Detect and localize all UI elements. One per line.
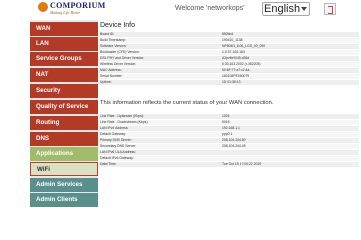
row-value: 1.0.37-163.163	[222, 50, 245, 54]
sidebar-item-lan[interactable]: LAN	[30, 37, 98, 51]
table-row: Default IPv6 Gateway:	[98, 156, 359, 161]
row-label: Uptime:	[100, 80, 112, 84]
row-value: ppp0.1	[222, 132, 233, 136]
row-label: Date/Time:	[100, 162, 117, 166]
chevron-down-icon	[301, 7, 307, 11]
logo-mark-icon	[38, 2, 48, 12]
row-label: DSL PHY and Driver Version:	[100, 56, 145, 60]
table-row: Board ID: 852bb4	[98, 32, 359, 37]
row-value: 852bb4	[222, 32, 234, 36]
sidebar-item-label: Routing	[36, 119, 60, 126]
table-row: Build Timestamp: 190410_1138	[98, 38, 359, 43]
sidebar-item-security[interactable]: Security	[30, 84, 98, 98]
sidebar-item-nat[interactable]: NAT	[30, 68, 98, 82]
sidebar-item-label: Admin Services	[36, 181, 83, 188]
row-label: Build Timestamp:	[100, 38, 127, 42]
row-label: MAC Address:	[100, 68, 122, 72]
language-select-value: English	[264, 3, 301, 15]
row-label: Default IPv6 Gateway:	[100, 156, 134, 160]
language-select[interactable]: English	[262, 2, 310, 16]
row-value: 192.168.1.1	[222, 126, 240, 130]
row-label: Line Rate - Upstream (Kbps):	[100, 114, 145, 118]
table-row: LAN IPv6 ULA Address:	[98, 150, 359, 155]
row-label: Wireless Driver Version:	[100, 62, 137, 66]
row-label: Secondary DNS Server:	[100, 144, 137, 148]
sidebar-item-quality-of-service[interactable]: Quality of Service	[30, 100, 98, 114]
table-row: Software Version: NP804N_6.06_LGS_00_090	[98, 44, 359, 49]
sidebar-item-label: LAN	[36, 40, 49, 47]
table-row: DSL PHY and Driver Version: A2pvfbH045.d2…	[98, 56, 359, 61]
sidebar-item-wan[interactable]: WAN	[30, 22, 98, 36]
row-label: Primary DNS Server:	[100, 138, 132, 142]
row-value: 1D 01:38:13	[222, 80, 241, 84]
sidebar-item-label: DNS	[36, 135, 50, 142]
sidebar: WAN LAN Service Groups NAT Security Qual…	[30, 20, 98, 207]
main-content: Device Info Board ID: 852bb4 Build Timest…	[98, 20, 361, 202]
table-row: Secondary DNS Server: 208.104.244.45	[98, 144, 359, 149]
table-row: Wireless Driver Version: 6.30.163.2002 (r…	[98, 62, 359, 67]
page-title: Device Info	[100, 22, 136, 29]
row-value: 50:6F:77:a7:c2:4a	[222, 68, 250, 72]
sidebar-item-label: NAT	[36, 71, 49, 78]
sidebar-item-admin-clients[interactable]: Admin Clients	[30, 193, 98, 207]
sidebar-item-applications[interactable]: Applications	[30, 147, 98, 161]
row-value: 6016	[222, 120, 230, 124]
table-row: Serial Number: 160108PE050079	[98, 74, 359, 79]
sidebar-item-label: Service Groups	[36, 55, 82, 62]
row-label: LAN IPv6 ULA Address:	[100, 150, 136, 154]
table-row: Default Gateway: ppp0.1	[98, 132, 359, 137]
row-value: 208.104.244.80	[222, 138, 246, 142]
table-row: Uptime: 1D 01:38:13	[98, 80, 359, 85]
row-label: Bootloader (CFE) Version:	[100, 50, 140, 54]
sidebar-item-label: Security	[36, 87, 61, 94]
sidebar-item-label: Applications	[36, 150, 74, 157]
sidebar-item-label: WiFi	[37, 166, 51, 173]
row-value: NP804N_6.06_LGS_00_090	[222, 44, 266, 48]
row-label: Software Version:	[100, 44, 127, 48]
row-label: Default Gateway:	[100, 132, 127, 136]
sidebar-item-service-groups[interactable]: Service Groups	[30, 52, 98, 66]
logo-text: COMPORIUM	[50, 1, 106, 10]
row-value: 160108PE050079	[222, 74, 250, 78]
row-value: Tue Oct 15 17:00:22 2019	[222, 162, 262, 166]
row-value: 6.30.163.2002 (r-382208)	[222, 62, 261, 66]
wan-status-info: This information reflects the current st…	[100, 100, 274, 106]
row-label: Serial Number:	[100, 74, 123, 78]
row-value: A2pvfbH045.d26d	[222, 56, 250, 60]
logo-tagline: Making Life Better	[50, 10, 81, 15]
row-value: 1024	[222, 114, 230, 118]
welcome-text: Welcome 'networkops'	[175, 5, 245, 12]
sidebar-item-label: Quality of Service	[36, 103, 89, 110]
sidebar-item-label: WAN	[36, 25, 51, 32]
sidebar-item-dns[interactable]: DNS	[30, 132, 98, 146]
table-row: LAN IPv4 Address: 192.168.1.1	[98, 126, 359, 131]
table-row: Line Rate - Upstream (Kbps): 1024	[98, 114, 359, 119]
logout-icon[interactable]	[324, 3, 336, 15]
table-row: Bootloader (CFE) Version: 1.0.37-163.163	[98, 50, 359, 55]
table-row: Date/Time: Tue Oct 15 17:00:22 2019	[98, 162, 359, 167]
table-row: MAC Address: 50:6F:77:a7:c2:4a	[98, 68, 359, 73]
sidebar-item-routing[interactable]: Routing	[30, 116, 98, 130]
sidebar-item-admin-services[interactable]: Admin Services	[30, 178, 98, 192]
row-label: Line Rate - Downstream (Kbps):	[100, 120, 149, 124]
comporium-logo: COMPORIUM Making Life Better	[38, 1, 112, 19]
row-value: 190410_1138	[222, 38, 243, 42]
row-label: Board ID:	[100, 32, 115, 36]
table-row: Primary DNS Server: 208.104.244.80	[98, 138, 359, 143]
top-bar: COMPORIUM Making Life Better Welcome 'ne…	[0, 0, 361, 20]
table-row: Line Rate - Downstream (Kbps): 6016	[98, 120, 359, 125]
sidebar-item-label: Admin Clients	[36, 196, 78, 203]
sidebar-item-wifi[interactable]: WiFi	[30, 162, 98, 176]
row-value: 208.104.244.45	[222, 144, 246, 148]
row-label: LAN IPv4 Address:	[100, 126, 129, 130]
